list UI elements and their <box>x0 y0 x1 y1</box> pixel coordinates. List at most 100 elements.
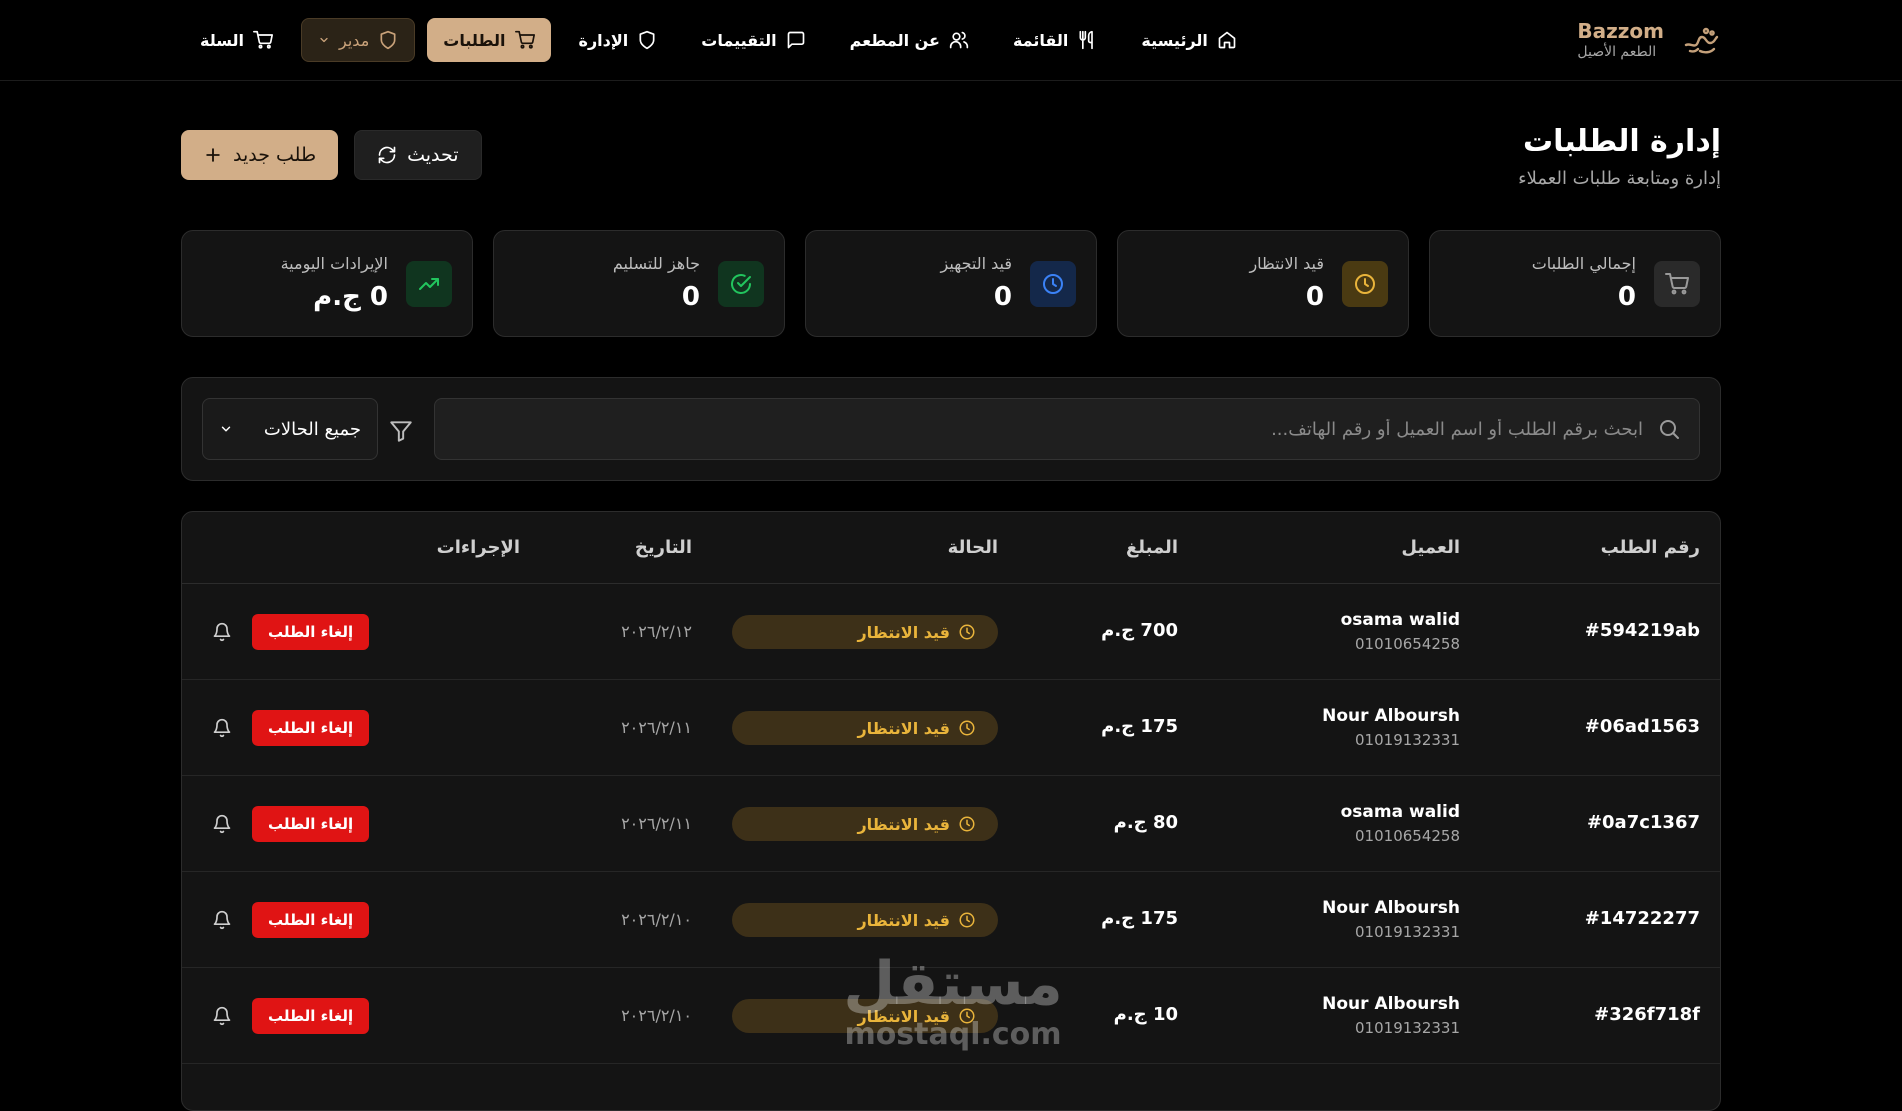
new-order-label: طلب جديد <box>233 144 317 166</box>
role-label: مدير <box>339 30 370 50</box>
order-date: ٢٠٢٦/٢/١٢ <box>621 622 692 641</box>
clock-icon <box>959 624 975 640</box>
nav-about[interactable]: عن المطعم <box>834 18 985 62</box>
clock-icon <box>959 912 975 928</box>
page-heading: إدارة الطلبات إدارة ومتابعة طلبات العملا… <box>1518 122 1721 192</box>
refresh-button[interactable]: تحديث <box>354 130 482 180</box>
bell-icon[interactable] <box>212 1006 232 1026</box>
status-badge: قيد الانتظار <box>732 711 998 745</box>
order-date: ٢٠٢٦/٢/١١ <box>621 718 692 737</box>
customer-cell: osama walid 01010654258 <box>1341 800 1460 848</box>
table-row[interactable]: #0a7c1367 osama walid 01010654258 80 ج.م… <box>182 776 1720 872</box>
order-id: #594219ab <box>1584 620 1700 641</box>
cancel-order-button[interactable]: إلغاء الطلب <box>252 902 370 938</box>
table-row[interactable]: #06ad1563 Nour Alboursh 01019132331 175 … <box>182 680 1720 776</box>
filter-icon <box>390 421 412 442</box>
trending-up-icon <box>406 260 452 307</box>
brand-tagline: الطعم الأصيل <box>1577 44 1657 60</box>
cancel-order-button[interactable]: إلغاء الطلب <box>252 806 370 842</box>
status-badge: قيد الانتظار <box>732 615 998 649</box>
brand-logo-icon <box>1684 27 1719 54</box>
nav-home[interactable]: الرئيسية <box>1125 18 1253 62</box>
cancel-order-button[interactable]: إلغاء الطلب <box>252 614 370 650</box>
shield-icon <box>380 30 396 50</box>
order-amount: 700 ج.م <box>1101 620 1178 641</box>
shield-icon <box>639 30 655 50</box>
header-amount: المبلغ <box>1126 537 1178 558</box>
watermark-arabic: مستقل <box>843 949 1063 1019</box>
bell-icon[interactable] <box>212 622 232 642</box>
search-box[interactable] <box>434 398 1700 460</box>
stat-label: قيد التجهيز <box>940 253 1012 273</box>
clock-icon <box>959 720 975 736</box>
customer-name: osama walid <box>1340 802 1460 822</box>
stat-ready: جاهز للتسليم 0 <box>493 230 785 337</box>
stat-preparing: قيد التجهيز 0 <box>805 230 1097 337</box>
top-navbar: Bazzom الطعم الأصيل الرئيسية القائمة عن … <box>0 0 1902 81</box>
order-date: ٢٠٢٦/٢/١١ <box>621 814 692 833</box>
clock-icon <box>1030 260 1076 307</box>
stat-value: 0 <box>681 281 700 312</box>
stat-label: إجمالي الطلبات <box>1531 253 1636 273</box>
main-nav: الرئيسية القائمة عن المطعم التقييمات الإ… <box>184 18 1253 62</box>
nav-cart[interactable]: السلة <box>184 18 289 62</box>
customer-cell: Nour Alboursh 01019132331 <box>1322 992 1460 1040</box>
stat-value: 0 <box>1305 281 1324 312</box>
status-text: قيد الانتظار <box>857 910 950 930</box>
status-filter-value: جميع الحالات <box>263 418 361 440</box>
stat-label: قيد الانتظار <box>1249 253 1324 273</box>
customer-name: osama walid <box>1340 610 1460 630</box>
order-id: #326f718f <box>1594 1004 1700 1025</box>
chevron-down-icon <box>320 37 328 43</box>
nav-cart-label: السلة <box>200 30 245 50</box>
stat-total-orders: إجمالي الطلبات 0 <box>1429 230 1721 337</box>
header-status: الحالة <box>947 537 998 558</box>
brand[interactable]: Bazzom الطعم الأصيل <box>1577 19 1722 61</box>
order-date: ٢٠٢٦/٢/١٠ <box>621 1006 692 1025</box>
nav-home-label: الرئيسية <box>1141 30 1208 50</box>
customer-phone: 01010654258 <box>1355 827 1460 845</box>
customer-name: Nour Alboursh <box>1322 898 1460 918</box>
search-input[interactable] <box>453 418 1643 440</box>
bell-icon[interactable] <box>212 910 232 930</box>
stat-value: 0 <box>993 281 1012 312</box>
customer-phone: 01019132331 <box>1355 731 1460 749</box>
nav-orders-label: الطلبات <box>443 30 506 50</box>
nav-reviews[interactable]: التقييمات <box>685 18 821 62</box>
cart-icon <box>1654 260 1700 307</box>
status-badge: قيد الانتظار <box>732 807 998 841</box>
nav-admin-label: الإدارة <box>578 30 629 50</box>
users-icon <box>949 31 969 49</box>
stat-pending: قيد الانتظار 0 <box>1117 230 1409 337</box>
new-order-button[interactable]: طلب جديد <box>181 130 339 180</box>
status-text: قيد الانتظار <box>857 814 950 834</box>
refresh-icon <box>378 146 396 164</box>
role-dropdown[interactable]: مدير <box>301 18 416 62</box>
page-actions: طلب جديد تحديث <box>181 130 482 180</box>
cancel-order-button[interactable]: إلغاء الطلب <box>252 710 370 746</box>
home-icon <box>1218 31 1236 49</box>
page-title: إدارة الطلبات <box>1522 124 1721 159</box>
table-row[interactable]: #594219ab osama walid 01010654258 700 ج.… <box>182 584 1720 680</box>
status-text: قيد الانتظار <box>857 622 950 642</box>
cancel-order-button[interactable]: إلغاء الطلب <box>252 998 370 1034</box>
bell-icon[interactable] <box>212 718 232 738</box>
header-actions: الإجراءات <box>436 537 520 558</box>
bell-icon[interactable] <box>212 814 232 834</box>
stat-daily-revenue: الإيرادات اليومية 0 ج.م <box>181 230 473 337</box>
brand-name: Bazzom <box>1577 19 1664 43</box>
customer-name: Nour Alboursh <box>1322 706 1460 726</box>
status-filter-select[interactable]: جميع الحالات <box>202 398 378 460</box>
nav-admin[interactable]: الإدارة <box>563 18 674 62</box>
nav-orders[interactable]: الطلبات <box>427 18 551 62</box>
stat-label: الإيرادات اليومية <box>280 253 388 273</box>
nav-menu[interactable]: القائمة <box>997 18 1113 62</box>
nav-menu-label: القائمة <box>1012 30 1069 50</box>
filter-bar: جميع الحالات <box>181 377 1721 481</box>
stats-cards: إجمالي الطلبات 0 قيد الانتظار 0 قيد التج… <box>181 230 1721 337</box>
order-date: ٢٠٢٦/٢/١٠ <box>621 910 692 929</box>
customer-phone: 01019132331 <box>1355 923 1460 941</box>
order-amount: 175 ج.م <box>1101 716 1178 737</box>
watermark-latin: mostaql.com <box>844 1017 1062 1052</box>
order-amount: 175 ج.م <box>1101 908 1178 929</box>
